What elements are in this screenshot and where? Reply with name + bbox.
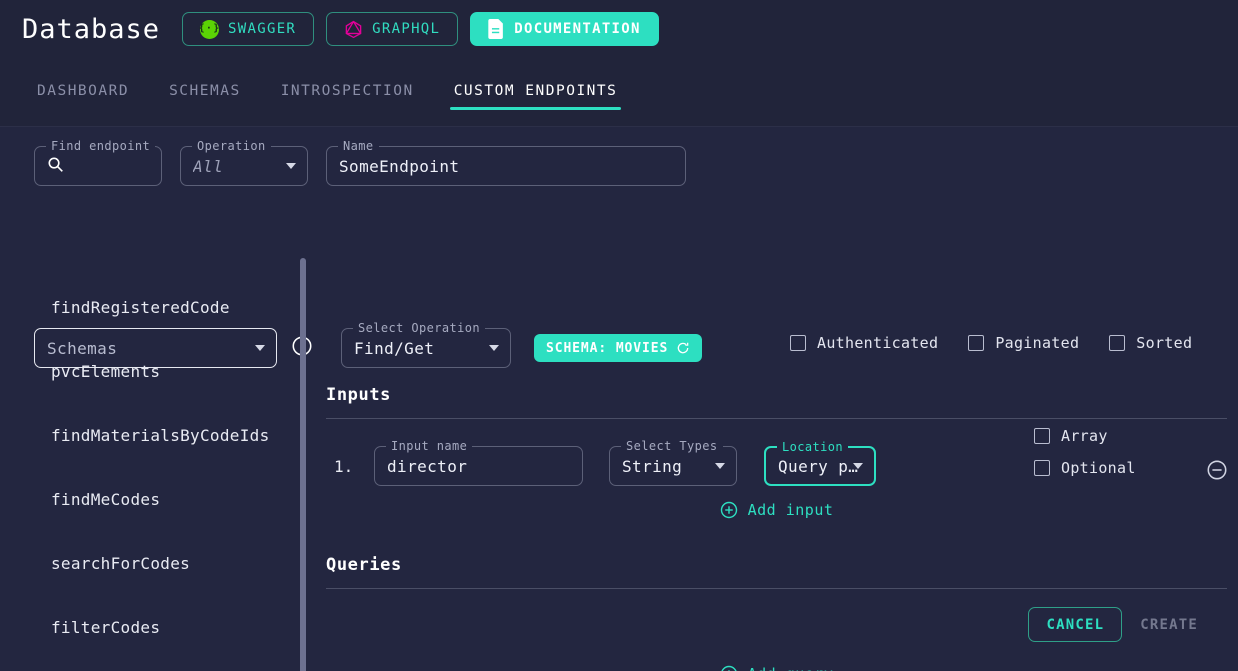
list-item[interactable]: findMaterialsByCode bbox=[0, 659, 307, 671]
list-item[interactable]: searchForCodes bbox=[0, 531, 307, 595]
queries-title: Queries bbox=[326, 555, 402, 575]
documentation-button-label: DOCUMENTATION bbox=[514, 21, 641, 37]
remove-input-button[interactable] bbox=[1206, 459, 1228, 481]
divider bbox=[326, 588, 1227, 589]
operation-value: All bbox=[193, 156, 224, 176]
find-endpoint-input[interactable]: Find endpoint bbox=[34, 139, 162, 186]
input-index: 1. bbox=[334, 456, 354, 476]
input-name-field[interactable]: Input name director bbox=[374, 439, 583, 486]
document-icon bbox=[488, 19, 505, 39]
checkbox-box bbox=[1034, 428, 1050, 444]
input-types-value: String bbox=[622, 456, 683, 476]
tab-schemas[interactable]: SCHEMAS bbox=[165, 83, 245, 110]
app-title: Database bbox=[22, 13, 161, 45]
find-endpoint-label: Find endpoint bbox=[46, 139, 156, 153]
swagger-button-label: SWAGGER bbox=[228, 21, 297, 37]
list-item[interactable]: findMeCodes bbox=[0, 467, 307, 531]
endpoint-list: findRegisteredCode pvcElements findMater… bbox=[0, 253, 307, 671]
input-location-label: Location bbox=[777, 440, 848, 454]
tab-dashboard[interactable]: DASHBOARD bbox=[33, 83, 133, 110]
create-button[interactable]: CREATE bbox=[1126, 607, 1212, 642]
plus-circle-icon bbox=[720, 665, 737, 671]
name-label: Name bbox=[338, 139, 379, 153]
operation-select[interactable]: Operation All bbox=[180, 139, 308, 186]
list-item[interactable]: pvcElements bbox=[0, 339, 307, 403]
checkbox-optional-label: Optional bbox=[1061, 459, 1136, 477]
endpoint-editor-panel: Inputs 1. Input name director Select Typ… bbox=[300, 253, 1238, 671]
tab-introspection[interactable]: INTROSPECTION bbox=[277, 83, 418, 110]
input-name-value: director bbox=[387, 456, 468, 476]
search-icon bbox=[47, 156, 64, 177]
input-name-label: Input name bbox=[386, 439, 473, 453]
cancel-button[interactable]: CANCEL bbox=[1028, 607, 1123, 642]
list-item[interactable]: filterCodes bbox=[0, 595, 307, 659]
add-query-row: Add query bbox=[326, 665, 1227, 671]
chevron-down-icon bbox=[286, 163, 296, 169]
chevron-down-icon bbox=[853, 463, 863, 469]
checkbox-optional[interactable]: Optional bbox=[1034, 459, 1136, 477]
inputs-title: Inputs bbox=[326, 385, 392, 405]
input-location-select[interactable]: Location Query p… bbox=[764, 440, 876, 486]
content-area: Find endpoint Operation All Name SomeEnd… bbox=[0, 126, 1238, 671]
input-types-select[interactable]: Select Types String bbox=[609, 439, 737, 486]
form-actions: CANCEL CREATE bbox=[1028, 607, 1212, 642]
inputs-section: Inputs 1. Input name director Select Typ… bbox=[326, 385, 1227, 519]
add-query-label: Add query bbox=[748, 665, 834, 671]
list-item[interactable]: findMaterialsByCodeIds bbox=[0, 403, 307, 467]
chevron-down-icon bbox=[715, 463, 725, 469]
minus-circle-icon bbox=[1207, 460, 1227, 480]
input-location-value: Query p… bbox=[778, 456, 859, 476]
documentation-button[interactable]: DOCUMENTATION bbox=[470, 12, 659, 46]
endpoint-list-sidebar: findRegisteredCode pvcElements findMater… bbox=[0, 253, 307, 671]
graphql-button-label: GRAPHQL bbox=[372, 21, 441, 37]
swagger-button[interactable]: {·} SWAGGER bbox=[182, 12, 315, 46]
add-query-button[interactable]: Add query bbox=[720, 665, 834, 671]
checkbox-array[interactable]: Array bbox=[1034, 427, 1136, 445]
name-input[interactable]: Name SomeEndpoint bbox=[326, 139, 686, 186]
tab-custom-endpoints[interactable]: CUSTOM ENDPOINTS bbox=[449, 83, 622, 110]
input-types-label: Select Types bbox=[621, 439, 723, 453]
graphql-icon bbox=[344, 20, 363, 39]
app-header: Database {·} SWAGGER GRAPHQL DOCUMENTATI… bbox=[0, 0, 1238, 58]
main-tabs: DASHBOARD SCHEMAS INTROSPECTION CUSTOM E… bbox=[0, 58, 1238, 110]
panel-scrollbar[interactable] bbox=[300, 258, 306, 666]
operation-label: Operation bbox=[192, 139, 271, 153]
checkbox-array-label: Array bbox=[1061, 427, 1108, 445]
graphql-button[interactable]: GRAPHQL bbox=[326, 12, 459, 46]
list-item[interactable]: findRegisteredCode bbox=[0, 275, 307, 339]
input-flags: Array Optional bbox=[1034, 427, 1136, 477]
name-value: SomeEndpoint bbox=[339, 156, 460, 176]
swagger-icon: {·} bbox=[199, 19, 219, 39]
input-row: 1. Input name director Select Types Stri… bbox=[326, 419, 1227, 505]
checkbox-box bbox=[1034, 460, 1050, 476]
filter-row-primary: Find endpoint Operation All Name SomeEnd… bbox=[34, 139, 686, 186]
